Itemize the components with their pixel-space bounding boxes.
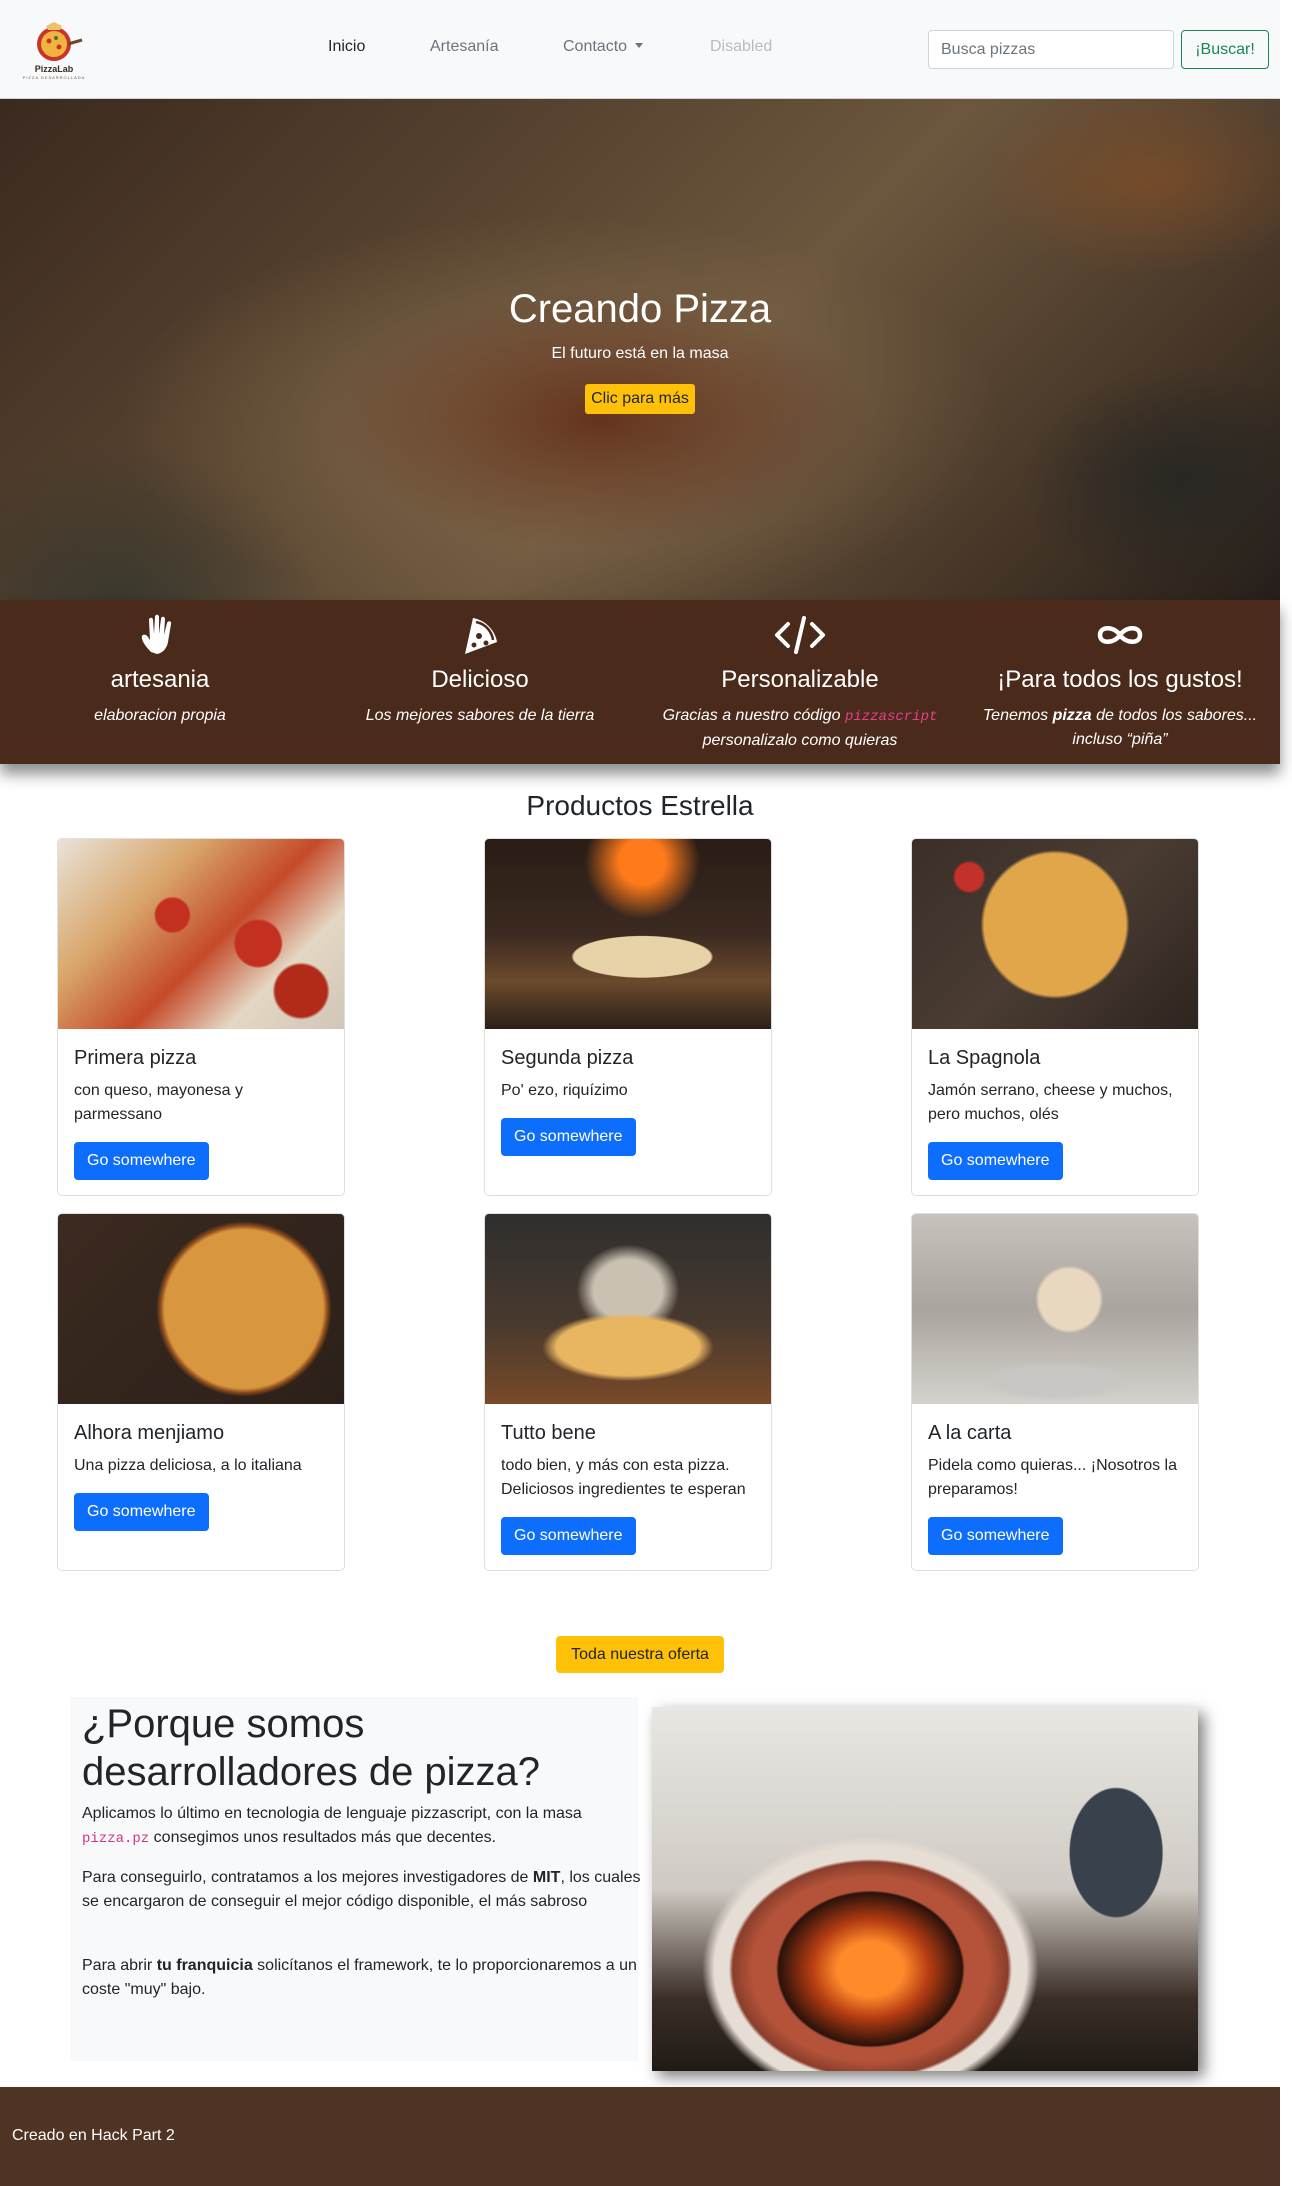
feature-artesania: artesania elaboracion propia <box>0 612 320 728</box>
why-bold: MIT <box>532 1869 561 1886</box>
card-button[interactable]: Go somewhere <box>928 1142 1063 1180</box>
feature-delicioso: Delicioso Los mejores sabores de la tier… <box>320 612 640 728</box>
product-image <box>58 1214 344 1404</box>
chevron-down-icon <box>635 43 644 48</box>
logo-name: PizzaLab <box>34 64 74 74</box>
logo-tagline: PIZZA DESARROLLADA <box>22 75 86 80</box>
why-paragraph: Aplicamos lo último en tecnologia de len… <box>82 1802 642 1851</box>
pizza-logo-icon <box>37 22 83 61</box>
pizzascript-code: pizzascript <box>844 709 938 725</box>
product-image <box>485 839 771 1029</box>
product-card: Primera pizza con queso, mayonesa y parm… <box>57 838 345 1196</box>
product-card: La Spagnola Jamón serrano, cheese y much… <box>911 838 1199 1196</box>
feature-todos-gustos: ¡Para todos los gustos! Tenemos pizza de… <box>960 612 1280 752</box>
feature-personalizable: Personalizable Gracias a nuestro código … <box>640 612 960 753</box>
card-text: Jamón serrano, cheese y muchos, pero muc… <box>928 1082 1173 1123</box>
card-text: Po' ezo, riquízimo <box>501 1082 628 1099</box>
card-text: todo bien, y más con esta pizza. Delicio… <box>501 1457 746 1498</box>
product-image <box>58 839 344 1029</box>
product-image <box>912 839 1198 1029</box>
feature-desc-text: de todos los sabores... incluso “piña” <box>1072 707 1258 748</box>
card-title: Segunda pizza <box>501 1047 634 1069</box>
card-button[interactable]: Go somewhere <box>74 1142 209 1180</box>
feature-description: Los mejores sabores de la tierra <box>365 707 595 724</box>
why-text: Para abrir <box>82 1957 153 1974</box>
card-button[interactable]: Go somewhere <box>501 1118 636 1156</box>
nav-contacto-label: Contacto <box>563 38 628 55</box>
pizza-oven-image <box>652 1707 1198 2071</box>
nav-inicio[interactable]: Inicio <box>328 38 365 56</box>
card-text: Una pizza deliciosa, a lo italiana <box>74 1457 302 1474</box>
feature-title: Delicioso <box>431 666 529 693</box>
why-paragraph: Para conseguirlo, contratamos a los mejo… <box>82 1866 642 1914</box>
why-text: Para conseguirlo, contratamos a los mejo… <box>82 1869 529 1886</box>
feature-description: Gracias a nuestro código pizzascript per… <box>640 704 960 753</box>
hero-subtitle: El futuro está en la masa <box>551 345 729 362</box>
code-icon <box>775 616 825 654</box>
card-text: con queso, mayonesa y parmessano <box>74 1082 243 1123</box>
feature-desc-text: personalizalo como quieras <box>702 732 898 749</box>
card-title: A la carta <box>928 1422 1012 1444</box>
navbar: PizzaLab PIZZA DESARROLLADA Inicio Artes… <box>0 0 1280 99</box>
feature-description: elaboracion propia <box>94 707 226 724</box>
feature-desc-bold: pizza <box>1052 707 1092 724</box>
hero-more-button[interactable]: Clic para más <box>585 384 695 414</box>
card-title: La Spagnola <box>928 1047 1041 1069</box>
product-image <box>912 1214 1198 1404</box>
product-card: A la carta Pidela como quieras... ¡Nosot… <box>911 1213 1199 1571</box>
feature-title: artesania <box>110 666 210 693</box>
product-card: Segunda pizza Po' ezo, riquízimo Go some… <box>484 838 772 1196</box>
hero-title: Creando Pizza <box>508 287 772 331</box>
feature-description: Tenemos pizza de todos los sabores... in… <box>960 704 1280 752</box>
card-button[interactable]: Go somewhere <box>928 1517 1063 1555</box>
nav-artesania[interactable]: Artesanía <box>430 38 498 56</box>
nav-disabled: Disabled <box>710 38 773 55</box>
card-title: Tutto bene <box>501 1422 596 1444</box>
product-image <box>485 1214 771 1404</box>
search-input[interactable] <box>928 30 1174 69</box>
all-offers-button[interactable]: Toda nuestra oferta <box>556 1636 724 1673</box>
footer: Creado en Hack Part 2 <box>0 2087 1280 2186</box>
card-title: Alhora menjiamo <box>74 1422 225 1444</box>
footer-text: Creado en Hack Part 2 <box>12 2127 175 2144</box>
feature-title: ¡Para todos los gustos! <box>997 666 1243 693</box>
feature-desc-text: Tenemos <box>982 707 1049 724</box>
card-text: Pidela como quieras... ¡Nosotros la prep… <box>928 1457 1177 1498</box>
product-card: Tutto bene todo bien, y más con esta piz… <box>484 1213 772 1571</box>
search-button[interactable]: ¡Buscar! <box>1181 30 1269 69</box>
why-text: Aplicamos lo último en tecnologia de len… <box>82 1805 582 1822</box>
pizza-slice-icon <box>465 618 497 654</box>
features-band: artesania elaboracion propia Delicioso L… <box>0 600 1280 764</box>
pizza-pz-code: pizza.pz <box>82 1831 150 1847</box>
why-bold: tu franquicia <box>156 1957 253 1974</box>
hand-icon <box>141 614 172 654</box>
products-title: Productos Estrella <box>526 790 754 821</box>
nav-contacto-dropdown[interactable]: Contacto <box>563 38 644 56</box>
feature-title: Personalizable <box>721 666 879 693</box>
card-button[interactable]: Go somewhere <box>501 1517 636 1555</box>
card-title: Primera pizza <box>74 1047 197 1069</box>
why-text: consegimos unos resultados más que decen… <box>153 1829 497 1846</box>
infinity-icon <box>1097 626 1143 644</box>
hero-carousel: Creando Pizza El futuro está en la masa … <box>0 99 1280 600</box>
why-title: ¿Porque somos desarrolladores de pizza? <box>82 1702 541 1794</box>
pizzalab-logo[interactable]: PizzaLab PIZZA DESARROLLADA <box>16 20 92 82</box>
why-paragraph: Para abrir tu franquicia solicítanos el … <box>82 1954 642 2002</box>
card-button[interactable]: Go somewhere <box>74 1493 209 1531</box>
product-card: Alhora menjiamo Una pizza deliciosa, a l… <box>57 1213 345 1571</box>
feature-desc-text: Gracias a nuestro código <box>662 707 841 724</box>
